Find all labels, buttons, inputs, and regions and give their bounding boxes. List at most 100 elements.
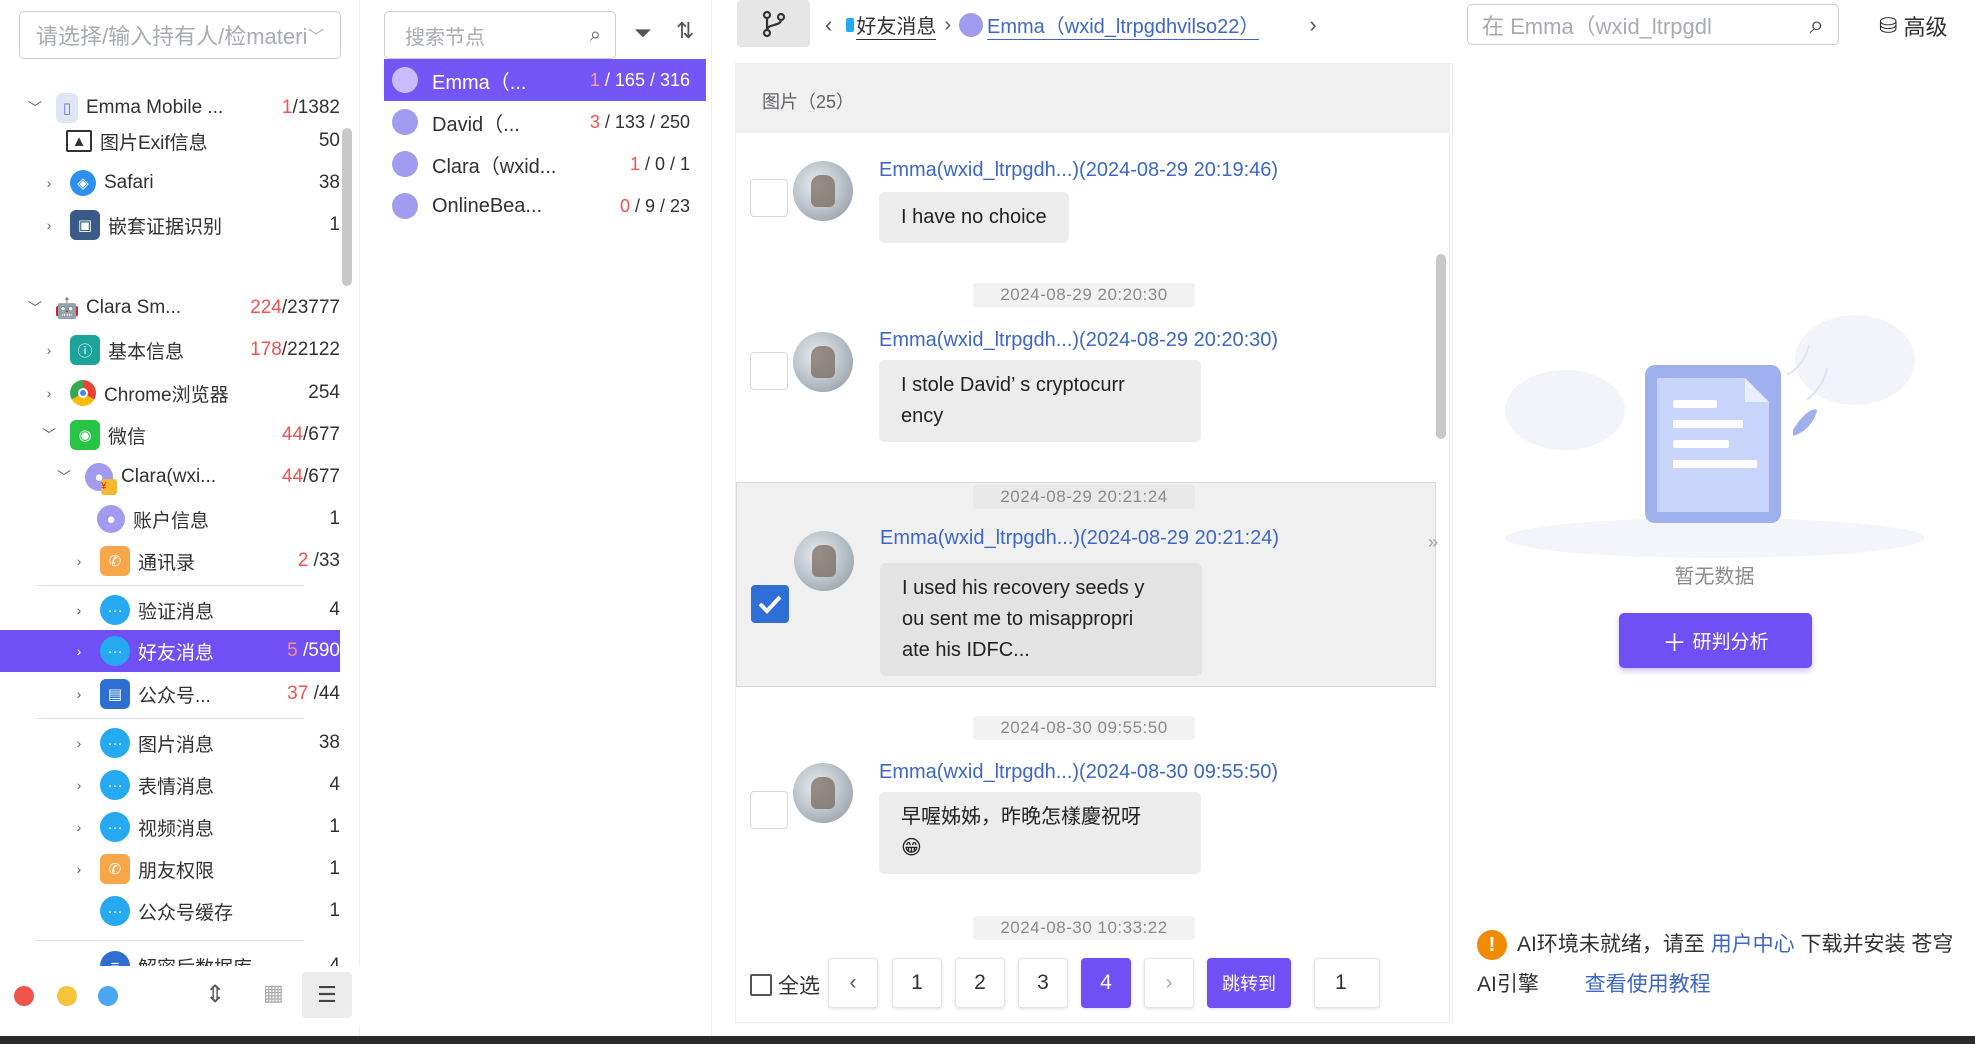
message-text-line: ou sent me to misappropri — [902, 608, 1134, 630]
status-dot-red[interactable] — [14, 986, 34, 1006]
tree-item-verify-messages[interactable]: › ··· 验证消息 4 — [0, 589, 340, 631]
chevron-right-icon[interactable]: › — [70, 819, 88, 835]
analyze-button[interactable]: ＋ 研判分析 — [1619, 613, 1812, 668]
user-icon: ● — [97, 505, 125, 533]
page-button-4-current[interactable]: 4 — [1081, 958, 1131, 1008]
tree-divider — [36, 718, 304, 719]
node-item-clara[interactable]: Clara（wxid... 1 / 0 / 1 — [384, 143, 706, 185]
tree-item-video-messages[interactable]: › ··· 视频消息 1 — [0, 806, 340, 848]
chat-scrollbar[interactable] — [1436, 254, 1446, 439]
chat-bubble-icon: ··· — [100, 595, 130, 625]
sort-icon[interactable]: ⇅ — [676, 18, 694, 44]
message-search-input[interactable]: 在 Emma（wxid_ltrpgdl ⌕ — [1467, 4, 1839, 45]
tree-item-contacts[interactable]: › ✆ 通讯录 2 /33 — [0, 540, 340, 582]
message-item[interactable]: Emma(wxid_ltrpgdh...)(2024-08-29 20:20:3… — [736, 322, 1436, 492]
jump-page-input[interactable]: 1 — [1314, 958, 1380, 1008]
tree-item-wechat[interactable]: ﹀ ◉ 微信 44/677 — [0, 414, 340, 456]
expand-panel-icon[interactable]: » — [1428, 532, 1438, 553]
chevron-right-icon[interactable]: › — [70, 553, 88, 569]
collapse-all-icon[interactable]: ⇕ — [205, 980, 225, 1009]
list-view-icon[interactable]: ☰ — [302, 972, 352, 1018]
chevron-right-icon[interactable]: › — [40, 175, 58, 191]
search-icon[interactable]: ⌕ — [1809, 9, 1824, 41]
tree-item-exif[interactable]: ▲ 图片Exif信息 50 — [0, 120, 340, 162]
status-dot-blue[interactable] — [98, 986, 118, 1006]
chevron-right-icon[interactable]: › — [70, 735, 88, 751]
node-item-emma[interactable]: Emma（... 1 / 165 / 316 — [384, 59, 706, 101]
tree-item-count: 1 — [329, 900, 340, 921]
tree-item-friend-permissions[interactable]: › ✆ 朋友权限 1 — [0, 848, 340, 890]
select-all-checkbox[interactable]: 全选 — [750, 970, 820, 1000]
ai-environment-notice: ! AI环境未就绪，请至 用户中心 下载并安装 苍穹AI引擎 查看使用教程 — [1477, 925, 1967, 1005]
time-divider: 2024-08-29 20:20:30 — [973, 283, 1195, 307]
holder-select[interactable]: 请选择/输入持有人/检material ﹀ — [19, 11, 341, 59]
breadcrumb-friend-messages[interactable]: 好友消息 — [856, 10, 937, 40]
node-item-onlinebea[interactable]: OnlineBea... 0 / 9 / 23 — [384, 185, 706, 227]
filter-icon[interactable]: ⏷ — [634, 20, 652, 46]
tree-item-chrome[interactable]: › Chrome浏览器 254 — [0, 372, 340, 414]
chevron-down-icon[interactable]: ﹀ — [40, 425, 58, 445]
sender-avatar — [794, 531, 854, 591]
chevron-down-icon[interactable]: ﹀ — [26, 98, 44, 118]
tree-item-image-messages[interactable]: › ··· 图片消息 38 — [0, 722, 340, 764]
search-icon[interactable]: ⌕ — [590, 24, 601, 47]
user-avatar-icon: ● ¥ — [85, 463, 117, 495]
message-checkbox[interactable] — [750, 179, 788, 217]
message-item-selected[interactable]: 2024-08-29 20:21:24 Emma(wxid_ltrpgdh...… — [736, 482, 1436, 687]
chevron-right-icon[interactable]: › — [70, 861, 88, 877]
chevron-right-icon[interactable]: › — [70, 686, 88, 702]
chevron-right-icon[interactable]: › — [40, 342, 58, 358]
page-button-1[interactable]: 1 — [892, 958, 942, 1008]
tree-item-basic-info[interactable]: › ⓘ 基本信息 178/22122 — [0, 329, 340, 371]
chat-bubble-icon — [846, 18, 855, 32]
message-item[interactable]: Emma(wxid_ltrpgdh...)(2024-08-29 20:19:4… — [736, 152, 1436, 268]
prev-page-button[interactable]: ‹ — [828, 958, 878, 1008]
tree-item-red-count: 178 — [250, 339, 282, 360]
back-arrow-icon[interactable]: ‹ — [825, 12, 832, 38]
branch-button[interactable] — [737, 0, 810, 47]
grid-view-icon[interactable]: ▦ — [263, 980, 284, 1006]
left-footer-toolbar: ⇕ ▦ ☰ — [0, 966, 360, 1026]
tree-item-clara-device[interactable]: ﹀ 🤖 Clara Sm... 224/23777 — [0, 287, 340, 329]
node-item-david[interactable]: David（... 3 / 133 / 250 — [384, 101, 706, 143]
page-button-3[interactable]: 3 — [1018, 958, 1068, 1008]
chevron-down-icon[interactable]: ﹀ — [26, 298, 44, 318]
chevron-right-icon[interactable]: › — [70, 643, 88, 659]
user-center-link[interactable]: 用户中心 — [1711, 933, 1795, 956]
jump-to-button[interactable]: 跳转到 — [1207, 958, 1291, 1008]
chat-bubble-icon: ··· — [100, 896, 130, 926]
info-card-icon: ⓘ — [70, 335, 100, 365]
left-scrollbar[interactable] — [342, 128, 352, 286]
chevron-right-icon[interactable]: › — [70, 777, 88, 793]
tree-item-nested-evidence[interactable]: › ▣ 嵌套证据识别 1 — [0, 204, 340, 246]
message-checkbox-checked[interactable] — [751, 585, 789, 623]
tree-item-count: /677 — [303, 466, 340, 487]
advanced-search-button[interactable]: ⛁ 高级 — [1879, 10, 1947, 42]
message-item[interactable]: Emma(wxid_ltrpgdh...)(2024-08-30 09:55:5… — [736, 754, 1436, 924]
tutorial-link[interactable]: 查看使用教程 — [1585, 973, 1711, 996]
tree-item-official-cache[interactable]: ··· 公众号缓存 1 — [0, 890, 340, 932]
tree-item-clara-account[interactable]: ﹀ ● ¥ Clara(wxi... 44/677 — [0, 456, 340, 498]
tree-item-count: 50 — [318, 130, 340, 151]
chevron-right-icon[interactable]: › — [40, 385, 58, 401]
node-search-input[interactable]: 搜索节点 ⌕ — [384, 11, 616, 59]
tree-item-friend-messages[interactable]: › ··· 好友消息 5 /590 — [0, 630, 340, 672]
chevron-right-icon[interactable]: › — [40, 217, 58, 233]
message-checkbox[interactable] — [750, 791, 788, 829]
tree-item-count: /590 — [303, 640, 340, 661]
next-page-button[interactable]: › — [1144, 958, 1194, 1008]
tree-item-safari[interactable]: › ◈ Safari 38 — [0, 162, 340, 204]
status-dot-yellow[interactable] — [57, 986, 77, 1006]
chevron-right-icon[interactable]: › — [70, 602, 88, 618]
chevron-down-icon[interactable]: ﹀ — [55, 467, 73, 487]
tree-item-sticker-messages[interactable]: › ··· 表情消息 4 — [0, 764, 340, 806]
node-name: OnlineBea... — [432, 194, 543, 217]
tree-item-account-info[interactable]: ● 账户信息 1 — [0, 498, 340, 540]
tree-item-official-accounts[interactable]: › ▤ 公众号... 37 /44 — [0, 673, 340, 715]
page-button-2[interactable]: 2 — [955, 958, 1005, 1008]
chat-bubble-icon: ··· — [100, 728, 130, 758]
forward-arrow-icon[interactable]: › — [1309, 12, 1316, 38]
message-checkbox[interactable] — [750, 352, 788, 390]
warning-icon: ! — [1477, 930, 1507, 961]
breadcrumb-emma[interactable]: Emma（wxid_ltrpgdhvilso22） — [987, 10, 1260, 40]
